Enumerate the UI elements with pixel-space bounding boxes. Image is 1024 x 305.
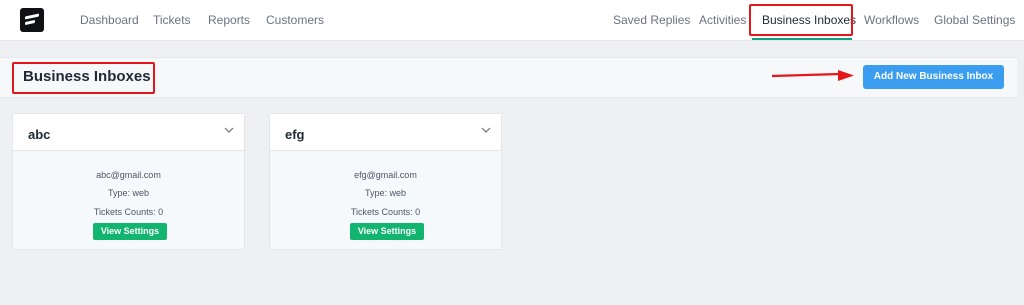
nav-reports[interactable]: Reports	[208, 13, 250, 27]
inbox-name: abc	[28, 127, 51, 142]
nav-dashboard[interactable]: Dashboard	[80, 13, 139, 27]
nav-saved-replies[interactable]: Saved Replies	[613, 13, 690, 27]
annotation-box-nav	[749, 4, 853, 36]
card-header[interactable]: efg	[270, 114, 501, 151]
card-header[interactable]: abc	[13, 114, 244, 151]
active-tab-indicator	[752, 38, 852, 40]
inbox-name: efg	[285, 127, 305, 142]
chevron-down-icon[interactable]	[224, 125, 234, 135]
red-arrow-annotation	[772, 70, 854, 81]
view-settings-button[interactable]: View Settings	[350, 223, 424, 240]
inbox-type: Type: web	[107, 188, 150, 198]
inbox-email: abc@gmail.com	[96, 170, 161, 180]
nav-global-settings[interactable]: Global Settings	[934, 13, 1015, 27]
nav-customers[interactable]: Customers	[266, 13, 324, 27]
logo-icon[interactable]	[20, 8, 44, 32]
inbox-card: efg efg@gmail.com Type: web Tickets Coun…	[269, 113, 502, 250]
chevron-down-icon[interactable]	[481, 125, 491, 135]
inbox-ticket-count: Tickets Counts: 0	[350, 207, 421, 217]
inbox-card: abc abc@gmail.com Type: web Tickets Coun…	[12, 113, 245, 250]
add-business-inbox-button[interactable]: Add New Business Inbox	[863, 65, 1004, 89]
inbox-ticket-count: Tickets Counts: 0	[93, 207, 164, 217]
inbox-email: efg@gmail.com	[354, 170, 417, 180]
view-settings-button[interactable]: View Settings	[93, 223, 167, 240]
nav-workflows[interactable]: Workflows	[864, 13, 919, 27]
nav-tickets[interactable]: Tickets	[153, 13, 191, 27]
annotation-box-title	[12, 62, 155, 94]
top-navigation: Dashboard Tickets Reports Customers Save…	[0, 0, 1024, 41]
nav-activities[interactable]: Activities	[699, 13, 746, 27]
inbox-type: Type: web	[364, 188, 407, 198]
